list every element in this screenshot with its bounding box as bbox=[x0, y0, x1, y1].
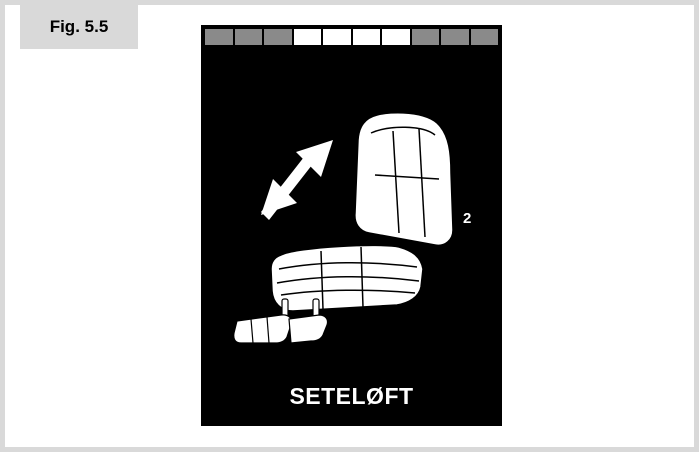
control-display-screen: 2 SETELØFT bbox=[201, 25, 502, 426]
seat-position-number: 2 bbox=[463, 210, 472, 227]
mode-label: SETELØFT bbox=[289, 383, 414, 409]
seat-cushion-icon bbox=[270, 244, 424, 312]
figure-label: Fig. 5.5 bbox=[20, 5, 138, 49]
up-down-arrow-icon bbox=[261, 140, 333, 220]
seat-backrest-icon bbox=[354, 111, 454, 247]
seat-illustration bbox=[233, 111, 454, 344]
